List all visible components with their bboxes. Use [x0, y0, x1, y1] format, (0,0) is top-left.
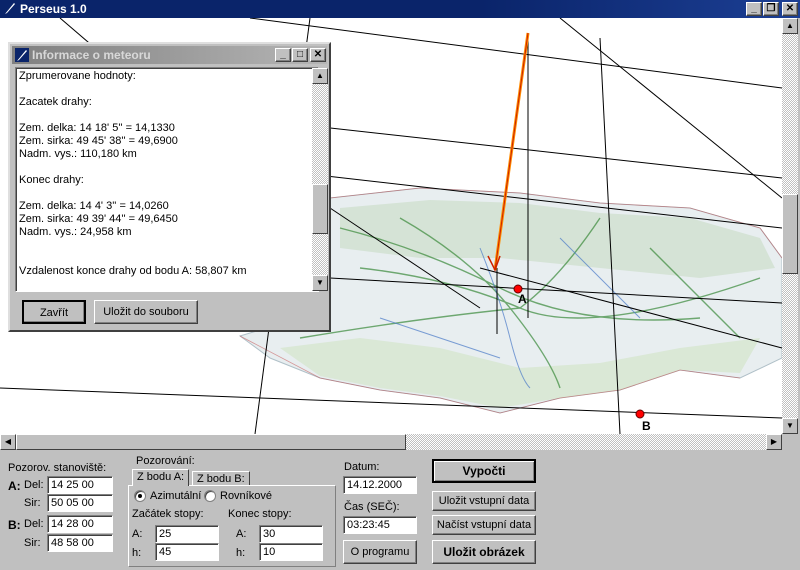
- start-h-input[interactable]: 45: [155, 543, 219, 561]
- save-image-button[interactable]: Uložit obrázek: [432, 540, 536, 564]
- save-input-button[interactable]: Uložit vstupní data: [432, 491, 536, 511]
- end-h-input[interactable]: 10: [259, 543, 323, 561]
- point-b-label: B: [642, 419, 651, 433]
- dialog-close-x-button[interactable]: ✕: [310, 48, 326, 62]
- dialog-text-line: Zprumerovane hodnoty:: [19, 70, 136, 82]
- about-button[interactable]: O programu: [343, 540, 417, 564]
- arrow-down-icon: ▼: [316, 278, 324, 287]
- minimize-icon: _: [751, 3, 757, 14]
- dialog-text-line: [16, 252, 318, 265]
- dialog-text-line: Zacatek drahy:: [19, 96, 92, 108]
- start-heading: Začátek stopy:: [132, 508, 204, 520]
- arrow-right-icon: ▶: [770, 437, 778, 446]
- radio-rovnikove-label: Rovníkové: [220, 490, 272, 502]
- station-b-label: B:: [8, 518, 21, 532]
- restore-icon: ❐: [766, 3, 776, 14]
- dialog-text-line: Konec drahy:: [19, 174, 84, 186]
- minimize-icon: _: [280, 49, 286, 60]
- dialog-text-line: [16, 83, 318, 96]
- end-a-input[interactable]: 30: [259, 525, 323, 543]
- close-icon: ✕: [313, 49, 323, 60]
- arrow-down-icon: ▼: [786, 421, 794, 430]
- window-title: Perseus 1.0: [20, 2, 87, 16]
- start-a-label: A:: [132, 528, 143, 540]
- dialog-scroll-down-button[interactable]: ▼: [312, 275, 328, 291]
- end-h-label: h:: [236, 547, 246, 559]
- scroll-right-button[interactable]: ▶: [766, 434, 782, 450]
- dialog-minimize-button[interactable]: _: [275, 48, 291, 62]
- station-b-del-input[interactable]: 14 28 00: [47, 515, 113, 533]
- arrow-left-icon: ◀: [4, 437, 12, 446]
- dialog-text-lines: Zprumerovane hodnoty: Zacatek drahy: Zem. …: [16, 68, 318, 278]
- dialog-text-area[interactable]: Zprumerovane hodnoty: Zacatek drahy: Zem. …: [15, 67, 319, 292]
- close-button[interactable]: ✕: [782, 2, 798, 16]
- time-input[interactable]: 03:23:45: [343, 516, 417, 534]
- end-heading: Konec stopy:: [228, 508, 292, 520]
- maximize-icon: □: [296, 49, 304, 60]
- dialog-text-line: [16, 187, 318, 200]
- vertical-scroll-thumb[interactable]: [782, 194, 798, 274]
- station-a-label: A:: [8, 479, 21, 493]
- end-a-label: A:: [236, 528, 247, 540]
- date-input[interactable]: 14.12.2000: [343, 476, 417, 494]
- dialog-text-line: Nadm. vys.: 110,180 km: [19, 148, 137, 160]
- time-label: Čas (SEČ):: [344, 501, 400, 513]
- date-label: Datum:: [344, 461, 380, 473]
- meteor-info-dialog: Informace o meteoru _ □ ✕ Zprumerovane h…: [8, 42, 331, 332]
- dialog-text-line: Zem. sirka: 49 45' 38'' = 49,6900: [19, 135, 178, 147]
- station-a-sir-label: Sir:: [24, 497, 41, 509]
- app-feather-icon: [5, 3, 15, 14]
- tab-from-a[interactable]: Z bodu A:: [132, 469, 190, 486]
- dialog-text-line: [16, 109, 318, 122]
- radio-azimutalni-label: Azimutální: [150, 490, 202, 502]
- minimize-button[interactable]: _: [746, 2, 762, 16]
- start-h-label: h:: [132, 547, 142, 559]
- station-a-del-label: Del:: [24, 479, 44, 491]
- point-b-marker: [635, 409, 645, 419]
- scroll-left-button[interactable]: ◀: [0, 434, 16, 450]
- station-a-del-input[interactable]: 14 25 00: [47, 476, 113, 494]
- scroll-up-button[interactable]: ▲: [782, 18, 798, 34]
- radio-rovnikove[interactable]: [204, 490, 216, 502]
- start-a-input[interactable]: 25: [155, 525, 219, 543]
- tab-from-b[interactable]: Z bodu B:: [192, 471, 250, 485]
- horizontal-scrollbar[interactable]: ◀ ▶: [0, 434, 782, 450]
- station-b-del-label: Del:: [24, 518, 44, 530]
- dialog-vertical-scrollbar[interactable]: ▲ ▼: [312, 68, 328, 291]
- dialog-text-line: Zem. delka: 14 4' 3'' = 14,0260: [19, 200, 169, 212]
- dialog-titlebar: Informace o meteoru _ □ ✕: [12, 46, 327, 64]
- dialog-text-line: [16, 239, 318, 252]
- vertical-scrollbar[interactable]: ▲ ▼: [782, 18, 798, 434]
- dialog-text-line: Nadm. vys.: 24,958 km: [19, 226, 132, 238]
- stations-heading: Pozorov. stanoviště:: [8, 462, 107, 474]
- dialog-scroll-thumb[interactable]: [312, 184, 328, 234]
- compute-button[interactable]: Vypočti: [432, 459, 536, 483]
- dialog-save-button[interactable]: Uložit do souboru: [94, 300, 198, 324]
- dialog-close-button[interactable]: Zavřít: [22, 300, 86, 324]
- dialog-text-line: [16, 161, 318, 174]
- dialog-scroll-up-button[interactable]: ▲: [312, 68, 328, 84]
- station-a-sir-input[interactable]: 50 05 00: [47, 494, 113, 512]
- scroll-corner: [782, 434, 798, 450]
- horizontal-scroll-thumb[interactable]: [16, 434, 406, 450]
- point-a-label: A: [518, 292, 527, 306]
- dialog-feather-icon: [15, 48, 29, 62]
- dialog-maximize-button[interactable]: □: [292, 48, 308, 62]
- close-icon: ✕: [785, 3, 795, 14]
- scroll-down-button[interactable]: ▼: [782, 418, 798, 434]
- restore-button[interactable]: ❐: [763, 2, 779, 16]
- station-b-sir-label: Sir:: [24, 537, 41, 549]
- arrow-up-icon: ▲: [316, 71, 324, 80]
- main-titlebar: Perseus 1.0 _ ❐ ✕: [0, 0, 800, 18]
- dialog-title: Informace o meteoru: [32, 48, 151, 62]
- dialog-text-line: Vzdalenost konce drahy od bodu A: 58,807…: [19, 265, 247, 277]
- radio-azimutalni[interactable]: [134, 490, 146, 502]
- observation-heading: Pozorování:: [136, 455, 195, 467]
- dialog-text-line: Zem. delka: 14 18' 5'' = 14,1330: [19, 122, 175, 134]
- dialog-text-line: Zem. sirka: 49 39' 44'' = 49,6450: [19, 213, 178, 225]
- load-input-button[interactable]: Načíst vstupní data: [432, 515, 536, 535]
- station-b-sir-input[interactable]: 48 58 00: [47, 534, 113, 552]
- arrow-up-icon: ▲: [786, 21, 794, 30]
